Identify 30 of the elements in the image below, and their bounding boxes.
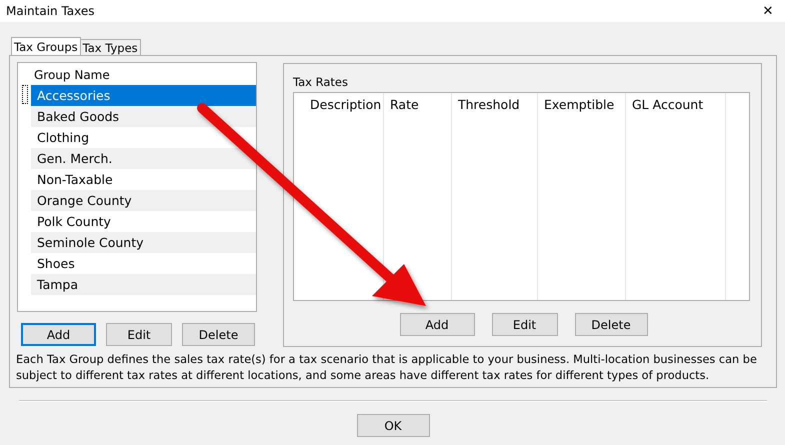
group-row[interactable]: Gen. Merch. — [31, 148, 256, 169]
action-button[interactable]: Delete — [574, 313, 648, 336]
tab[interactable]: Tax Groups — [11, 37, 81, 55]
tab[interactable]: Tax Types — [80, 39, 141, 55]
group-row[interactable]: Tampa — [31, 274, 256, 295]
column-header[interactable]: Exemptible — [544, 97, 625, 112]
column-header[interactable]: Description — [310, 97, 383, 112]
action-button[interactable]: Delete — [182, 323, 255, 346]
group-row[interactable]: Baked Goods — [31, 106, 256, 127]
group-title: Tax Rates — [293, 75, 349, 91]
action-button[interactable]: Edit — [492, 313, 558, 336]
group-row[interactable]: Non-Taxable — [31, 169, 256, 190]
column-header[interactable]: GL Account — [632, 97, 725, 112]
group-row[interactable]: Polk County — [31, 211, 256, 232]
column-header[interactable]: Rate — [390, 97, 451, 112]
action-button[interactable]: Add — [400, 313, 474, 336]
row-focus-marker — [22, 85, 28, 104]
group-row[interactable]: Accessories — [31, 85, 256, 106]
action-button[interactable]: Add — [21, 323, 96, 346]
window-title: Maintain Taxes — [6, 4, 95, 18]
column-header[interactable]: Group Name — [34, 68, 110, 82]
group-row[interactable]: Seminole County — [31, 232, 256, 253]
ok-button[interactable]: OK — [356, 414, 430, 437]
action-button[interactable]: Edit — [106, 323, 172, 346]
group-row[interactable]: Shoes — [31, 253, 256, 274]
help-text: Each Tax Group defines the sales tax rate(s) for a tax scenario that is applicable to your business. Multi-location businesses can be subject to different tax rates at different locations, and some areas have different tax rates for different types of products. — [16, 352, 758, 384]
close-button[interactable]: ✕ — [751, 0, 785, 22]
column-header[interactable]: Threshold — [458, 97, 537, 112]
group-row[interactable]: Orange County — [31, 190, 256, 211]
group-row[interactable]: Clothing — [31, 127, 256, 148]
